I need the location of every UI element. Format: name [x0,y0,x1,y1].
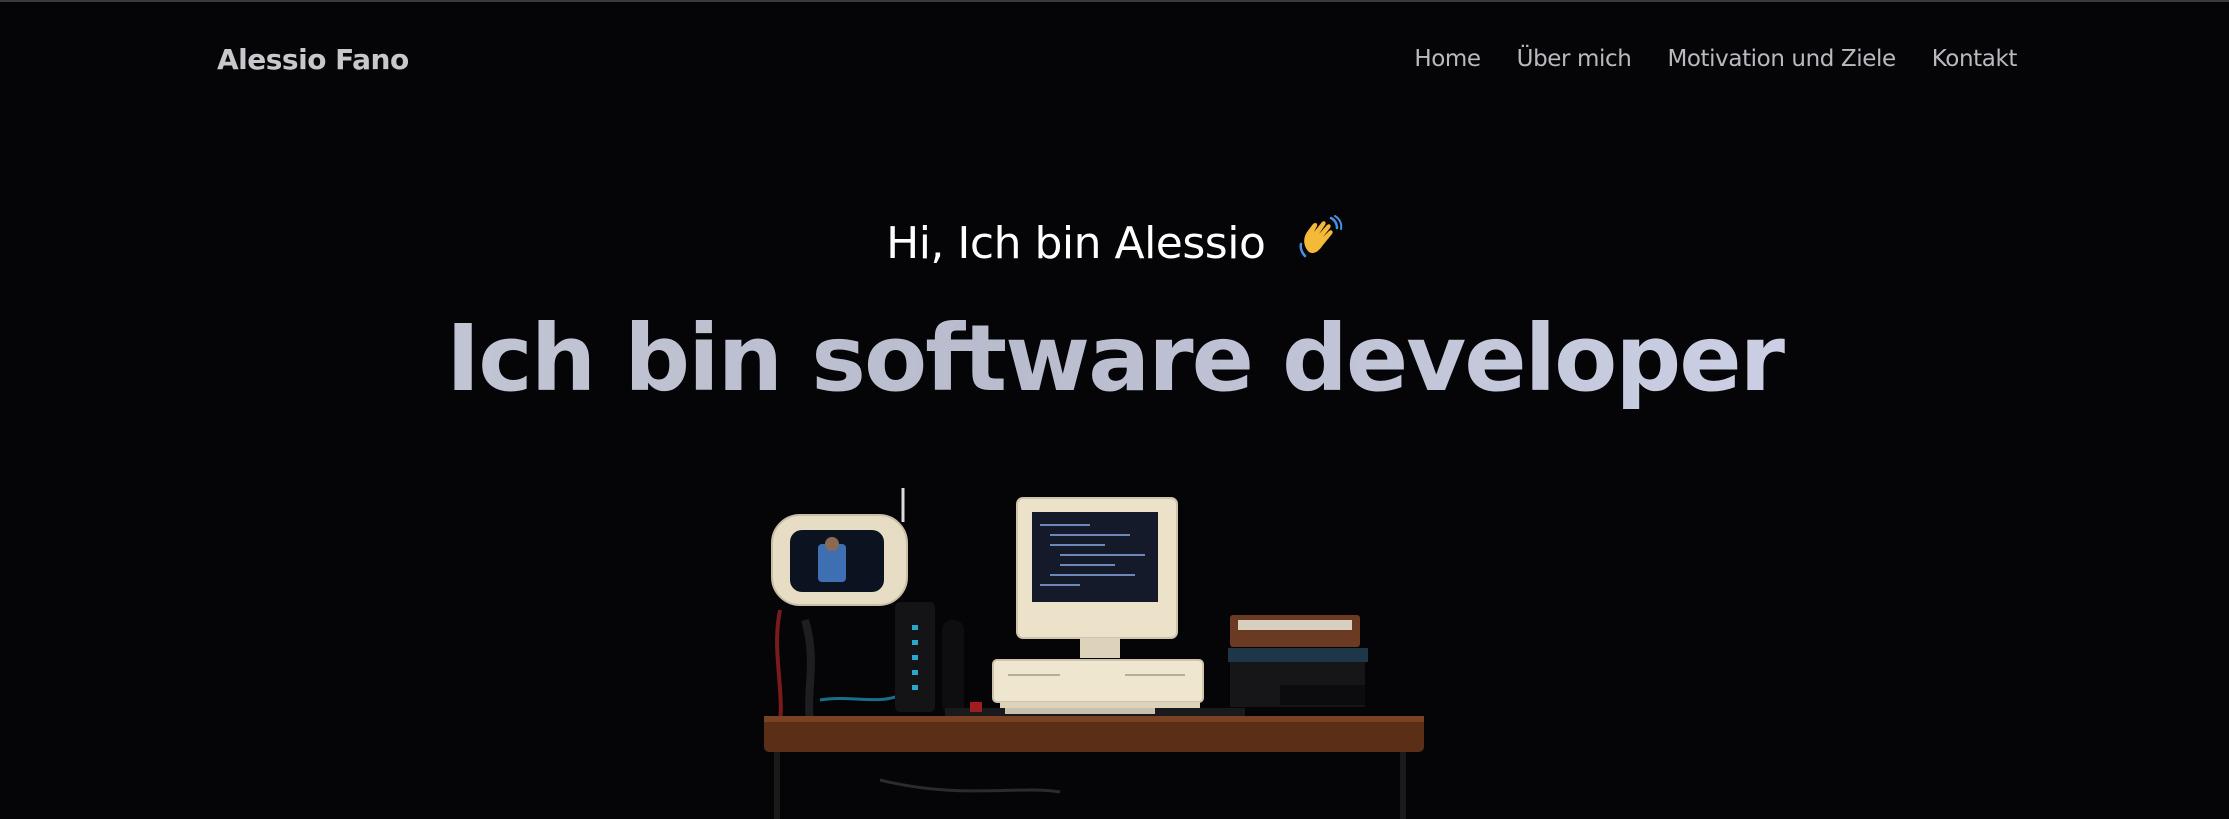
nav-item-ueber-mich[interactable]: Über mich [1517,46,1632,72]
desk-scene-illustration [760,480,1430,819]
vcr-stack-icon [1228,615,1368,707]
greeting-text: Hi, Ich bin Alessio [886,218,1266,269]
navbar: Alessio Fano Home Über mich Motivation u… [0,0,2229,120]
hero-headline: Ich bin software developer [0,305,2229,412]
hero-greeting: Hi, Ich bin Alessio [0,214,2229,273]
nav-item-kontakt[interactable]: Kontakt [1932,46,2018,72]
nav-menu: Home Über mich Motivation und Ziele Kont… [1414,46,2017,72]
waving-hand-icon [1295,214,1343,273]
retro-monitor-icon [992,497,1204,714]
nav-item-home[interactable]: Home [1414,46,1481,72]
nav-item-motivation[interactable]: Motivation und Ziele [1667,46,1896,72]
retro-tv-icon [771,488,908,606]
brand-logo[interactable]: Alessio Fano [217,43,409,76]
